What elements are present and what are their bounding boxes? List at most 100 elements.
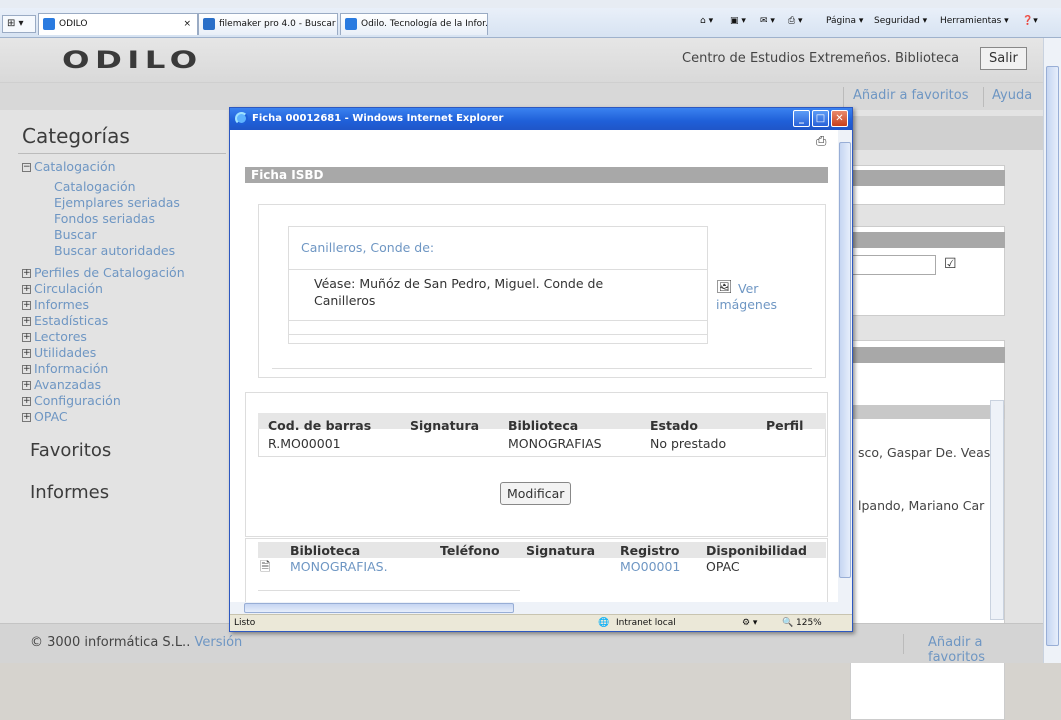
- background-input[interactable]: [850, 255, 936, 275]
- ver-imagenes-link[interactable]: Ver imágenes: [716, 281, 796, 313]
- minimize-button[interactable]: _: [793, 110, 810, 127]
- sidebar-item-informes[interactable]: + Informes: [22, 297, 89, 312]
- popup-vertical-scrollbar[interactable]: [838, 130, 852, 602]
- background-panel-header: [850, 116, 1043, 150]
- intranet-icon: 🌐: [598, 618, 610, 628]
- odilo-logo: ODILO: [62, 46, 203, 74]
- background-panel-bar: [850, 170, 1005, 186]
- expand-icon: +: [22, 364, 31, 374]
- popup-titlebar[interactable]: Ficha 00012681 - Windows Internet Explor…: [230, 108, 852, 130]
- zoom-icon[interactable]: 🔍: [782, 615, 793, 631]
- col-registro: Registro: [620, 543, 680, 558]
- background-scrollbar[interactable]: [990, 400, 1004, 620]
- holding-library-link[interactable]: MONOGRAFIAS.: [290, 559, 388, 574]
- sidebar-item-perfiles[interactable]: + Perfiles de Catalogación: [22, 265, 185, 280]
- sidebar: Categorías − Catalogación Catalogación Ej…: [0, 110, 228, 628]
- sidebar-sub-buscar-autoridades[interactable]: Buscar autoridades: [54, 243, 175, 258]
- zoom-level[interactable]: 125%: [796, 615, 822, 631]
- help-link[interactable]: Ayuda: [992, 88, 1032, 103]
- background-result-row[interactable]: sco, Gaspar De. Veas: [858, 445, 990, 460]
- browser-tab-bar: ⊞ ▾ ODILO × filemaker pro 4.0 - Buscar c…: [0, 0, 1061, 38]
- scroll-thumb[interactable]: [244, 603, 514, 613]
- divider: [18, 153, 226, 154]
- tab-filemaker[interactable]: filemaker pro 4.0 - Buscar co...: [198, 13, 338, 35]
- popup-title: Ficha 00012681 - Windows Internet Explor…: [252, 113, 504, 124]
- sidebar-item-informacion[interactable]: + Información: [22, 361, 108, 376]
- sidebar-item-label: Lectores: [34, 329, 87, 344]
- security-menu[interactable]: Seguridad ▾: [874, 16, 927, 26]
- tab-odilo[interactable]: ODILO ×: [38, 13, 198, 35]
- expand-icon: +: [22, 268, 31, 278]
- footer-add-favorites-link[interactable]: Añadir a favoritos: [928, 635, 1043, 665]
- favoritos-heading[interactable]: Favoritos: [30, 440, 111, 461]
- app-header: ODILO Centro de Estudios Extremeños. Bib…: [0, 38, 1043, 82]
- printer-icon[interactable]: ⎙: [816, 134, 826, 149]
- tab-odilo-tecnologia[interactable]: Odilo. Tecnología de la Infor...: [340, 13, 488, 35]
- sidebar-sub-fondos[interactable]: Fondos seriadas: [54, 211, 155, 226]
- home-icon[interactable]: ⌂ ▾: [700, 16, 713, 26]
- feeds-icon[interactable]: ▣ ▾: [730, 16, 746, 26]
- favorites-strip: [0, 0, 1061, 8]
- sidebar-sub-catalogacion[interactable]: Catalogación: [54, 179, 136, 194]
- holding-availability: OPAC: [706, 559, 740, 574]
- search-site-icon: [203, 18, 215, 30]
- sidebar-item-label: Utilidades: [34, 345, 97, 360]
- col-disponibilidad: Disponibilidad: [706, 543, 807, 558]
- expand-icon: +: [22, 412, 31, 422]
- col-telefono: Teléfono: [440, 543, 500, 558]
- help-icon[interactable]: ❓▾: [1022, 16, 1038, 26]
- print-icon[interactable]: ⎙ ▾: [788, 16, 803, 26]
- background-result-row[interactable]: lpando, Mariano Car: [858, 498, 984, 513]
- ie-icon: [345, 18, 357, 30]
- quick-tabs-button[interactable]: ⊞ ▾: [2, 15, 36, 33]
- expand-icon: +: [22, 332, 31, 342]
- modificar-button[interactable]: Modificar: [500, 482, 572, 505]
- sidebar-item-utilidades[interactable]: + Utilidades: [22, 345, 96, 360]
- browser-window: ⊞ ▾ ODILO × filemaker pro 4.0 - Buscar c…: [0, 0, 1061, 720]
- popup-horizontal-scrollbar[interactable]: [230, 602, 852, 614]
- expand-icon: +: [22, 300, 31, 310]
- zone-label: Intranet local: [616, 618, 676, 628]
- informes-heading[interactable]: Informes: [30, 482, 109, 503]
- maximize-button[interactable]: □: [812, 110, 829, 127]
- copies-frame: [245, 392, 828, 537]
- copyright: © 3000 informática S.L.. Versión: [30, 635, 242, 650]
- sidebar-item-catalogacion[interactable]: − Catalogación: [22, 159, 116, 174]
- tools-menu[interactable]: Herramientas ▾: [940, 16, 1009, 26]
- mail-icon[interactable]: ✉ ▾: [760, 16, 775, 26]
- document-icon[interactable]: 🗎: [260, 558, 270, 580]
- expand-icon: +: [22, 396, 31, 406]
- scroll-thumb[interactable]: [1046, 66, 1059, 646]
- authority-heading[interactable]: Canilleros, Conde de:: [301, 240, 434, 255]
- logout-button[interactable]: Salir: [980, 47, 1027, 70]
- version-link[interactable]: Versión: [194, 635, 242, 650]
- sidebar-item-opac[interactable]: + OPAC: [22, 409, 68, 424]
- sidebar-item-estadisticas[interactable]: + Estadísticas: [22, 313, 108, 328]
- tab-label: filemaker pro 4.0 - Buscar co...: [219, 19, 337, 29]
- copyright-text: © 3000 informática S.L..: [30, 635, 191, 650]
- protected-mode-icon[interactable]: ⚙ ▾: [742, 615, 757, 631]
- page-scrollbar[interactable]: [1043, 38, 1061, 663]
- sidebar-sub-buscar[interactable]: Buscar: [54, 227, 97, 242]
- close-tab-icon[interactable]: ×: [183, 14, 191, 34]
- expand-icon: +: [22, 316, 31, 326]
- sidebar-item-avanzadas[interactable]: + Avanzadas: [22, 377, 101, 392]
- sidebar-sub-ejemplares[interactable]: Ejemplares seriadas: [54, 195, 180, 210]
- collapse-icon: −: [22, 162, 31, 172]
- see-reference-text: Véase: Muñóz de San Pedro, Miguel. Conde…: [314, 276, 604, 308]
- popup-statusbar: Listo 🌐 Intranet local ⚙ ▾ 🔍 125%: [230, 614, 852, 631]
- sidebar-item-circulacion[interactable]: + Circulación: [22, 281, 103, 296]
- scroll-thumb[interactable]: [839, 142, 851, 578]
- sidebar-item-configuracion[interactable]: + Configuración: [22, 393, 121, 408]
- popup-window: Ficha 00012681 - Windows Internet Explor…: [229, 107, 853, 632]
- sidebar-item-lectores[interactable]: + Lectores: [22, 329, 87, 344]
- sidebar-item-label: Información: [34, 361, 109, 376]
- sidebar-item-label: OPAC: [34, 409, 68, 424]
- ie-icon: [235, 112, 248, 125]
- add-favorites-link[interactable]: Añadir a favoritos: [853, 88, 969, 103]
- page-menu[interactable]: Página ▾: [826, 16, 863, 26]
- divider: [288, 334, 708, 335]
- holding-register-link[interactable]: MO00001: [620, 559, 680, 574]
- checkbox-icon[interactable]: ☑: [944, 256, 957, 272]
- close-button[interactable]: ✕: [831, 110, 848, 127]
